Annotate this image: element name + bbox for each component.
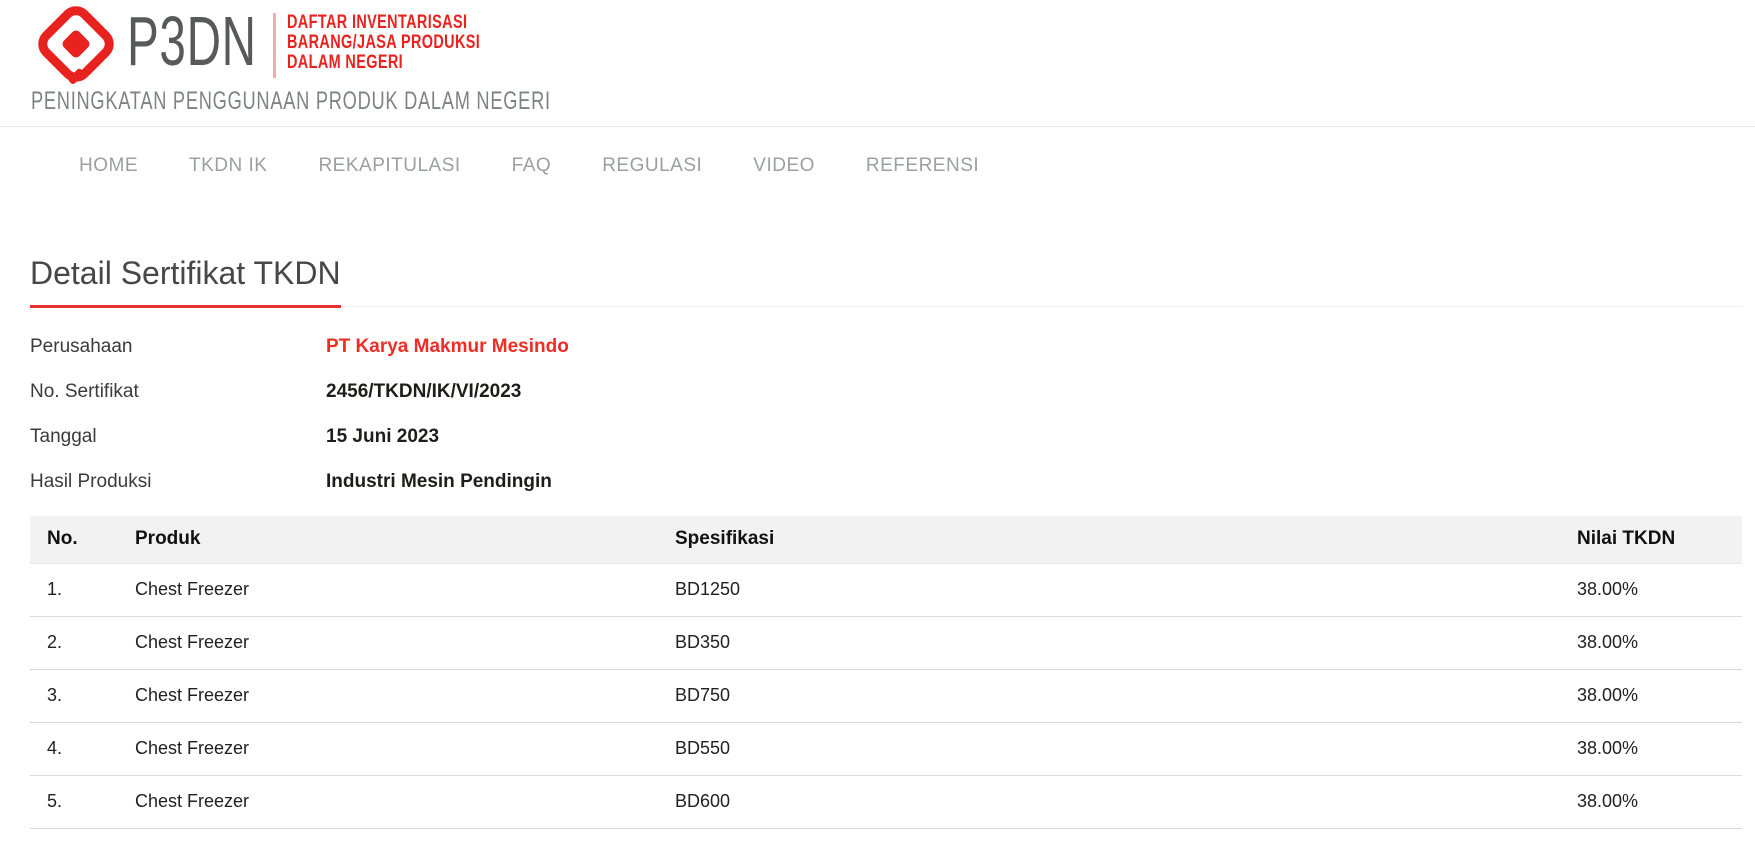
detail-label: Tanggal [30, 426, 326, 448]
cell-nilai-tkdn: 38.00% [1577, 775, 1742, 828]
brand-text: P3DN [127, 1, 257, 81]
company-name-link[interactable]: PT Karya Makmur Mesindo [326, 336, 569, 358]
cell-spesifikasi: BD1250 [675, 563, 1577, 616]
brand-subtitle-line: DALAM NEGERI [287, 53, 480, 73]
detail-label: Hasil Produksi [30, 471, 326, 493]
cell-produk: Chest Freezer [135, 722, 675, 775]
cell-no: 5. [30, 775, 135, 828]
certificate-details: Perusahaan PT Karya Makmur Mesindo No. S… [30, 336, 1742, 493]
cell-no: 2. [30, 616, 135, 669]
table-header-row: No. Produk Spesifikasi Nilai TKDN [30, 516, 1742, 563]
cell-no: 3. [30, 669, 135, 722]
column-header-spesifikasi: Spesifikasi [675, 516, 1577, 563]
detail-value: Industri Mesin Pendingin [326, 471, 552, 493]
brand-divider [273, 13, 276, 78]
cell-nilai-tkdn: 38.00% [1577, 669, 1742, 722]
p3dn-diamond-icon [34, 6, 118, 84]
cell-spesifikasi: BD350 [675, 616, 1577, 669]
detail-row-tanggal: Tanggal 15 Juni 2023 [30, 426, 1742, 448]
table-row: 3. Chest Freezer BD750 38.00% [30, 669, 1742, 722]
detail-label: Perusahaan [30, 336, 326, 358]
detail-row-hasil-produksi: Hasil Produksi Industri Mesin Pendingin [30, 471, 1742, 493]
detail-value: 2456/TKDN/IK/VI/2023 [326, 381, 521, 403]
cell-produk: Chest Freezer [135, 563, 675, 616]
nav-item-video[interactable]: VIDEO [753, 155, 815, 177]
table-row: 4. Chest Freezer BD550 38.00% [30, 722, 1742, 775]
cell-nilai-tkdn: 38.00% [1577, 563, 1742, 616]
page-title-wrap: Detail Sertifikat TKDN [30, 255, 1742, 307]
brand-subtitle-line: BARANG/JASA PRODUKSI [287, 33, 480, 53]
column-header-nilai-tkdn: Nilai TKDN [1577, 516, 1742, 563]
cell-nilai-tkdn: 38.00% [1577, 722, 1742, 775]
brand-tagline: PENINGKATAN PENGGUNAAN PRODUK DALAM NEGE… [31, 88, 551, 115]
cell-spesifikasi: BD550 [675, 722, 1577, 775]
main-nav: HOME TKDN IK REKAPITULASI FAQ REGULASI V… [0, 127, 1755, 205]
detail-label: No. Sertifikat [30, 381, 326, 403]
page-title: Detail Sertifikat TKDN [30, 255, 341, 308]
cell-produk: Chest Freezer [135, 616, 675, 669]
cell-produk: Chest Freezer [135, 669, 675, 722]
nav-item-regulasi[interactable]: REGULASI [602, 155, 702, 177]
tkdn-products-table: No. Produk Spesifikasi Nilai TKDN 1. Che… [30, 516, 1742, 829]
detail-row-no-sertifikat: No. Sertifikat 2456/TKDN/IK/VI/2023 [30, 381, 1742, 403]
detail-value: 15 Juni 2023 [326, 426, 439, 448]
nav-item-tkdn-ik[interactable]: TKDN IK [189, 155, 267, 177]
cell-no: 1. [30, 563, 135, 616]
nav-item-faq[interactable]: FAQ [512, 155, 552, 177]
cell-spesifikasi: BD750 [675, 669, 1577, 722]
cell-spesifikasi: BD600 [675, 775, 1577, 828]
table-row: 5. Chest Freezer BD600 38.00% [30, 775, 1742, 828]
nav-item-referensi[interactable]: REFERENSI [866, 155, 979, 177]
cell-produk: Chest Freezer [135, 775, 675, 828]
cell-no: 4. [30, 722, 135, 775]
brand-subtitle: DAFTAR INVENTARISASI BARANG/JASA PRODUKS… [287, 13, 480, 73]
nav-item-home[interactable]: HOME [79, 155, 138, 177]
table-row: 2. Chest Freezer BD350 38.00% [30, 616, 1742, 669]
column-header-no: No. [30, 516, 135, 563]
detail-row-perusahaan: Perusahaan PT Karya Makmur Mesindo [30, 336, 1742, 358]
table-row: 1. Chest Freezer BD1250 38.00% [30, 563, 1742, 616]
certificate-detail-section: Detail Sertifikat TKDN Perusahaan PT Kar… [30, 255, 1742, 829]
cell-nilai-tkdn: 38.00% [1577, 616, 1742, 669]
site-header: P3DN DAFTAR INVENTARISASI BARANG/JASA PR… [0, 0, 1755, 127]
brand-subtitle-line: DAFTAR INVENTARISASI [287, 13, 480, 33]
column-header-produk: Produk [135, 516, 675, 563]
site-logo[interactable]: P3DN DAFTAR INVENTARISASI BARANG/JASA PR… [0, 0, 520, 127]
nav-item-rekapitulasi[interactable]: REKAPITULASI [318, 155, 460, 177]
